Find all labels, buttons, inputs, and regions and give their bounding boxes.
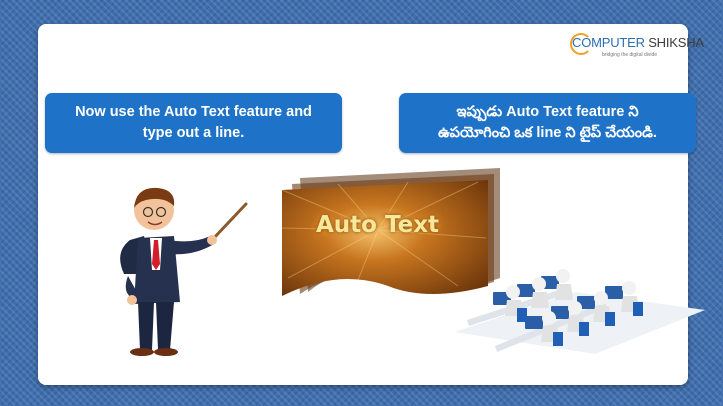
teacher-pointing-icon <box>120 187 248 356</box>
instruction-telugu-line-2: ఉపయోగించి ఒక line ని టైప్ చేయండి. <box>438 125 657 141</box>
teacher-illustration <box>104 182 254 360</box>
auto-text-heading: Auto Text <box>316 212 440 238</box>
logo-text: COMPUTER SHIKSHA <box>572 35 704 50</box>
instruction-box-english: Now use the Auto Text feature and type o… <box>45 93 342 153</box>
instruction-box-telugu: ఇప్పుడు Auto Text feature ని ఉపయోగించి ఒ… <box>399 93 696 153</box>
computer-lab-illustration <box>455 250 705 355</box>
instruction-telugu-line-1: ఇప్పుడు Auto Text feature ని <box>456 104 639 120</box>
logo-text-computer: COMPUTER <box>572 35 645 50</box>
instruction-english-line-2: type out a line. <box>142 125 245 141</box>
logo-tagline: bridging the digital divide <box>602 52 658 58</box>
instruction-english-line-1: Now use the Auto Text feature and <box>75 104 312 120</box>
students-at-computers-icon <box>455 269 705 354</box>
logo-text-shiksha: SHIKSHA <box>644 35 704 50</box>
computer-shiksha-logo: COMPUTER SHIKSHA bridging the digital di… <box>570 33 704 65</box>
